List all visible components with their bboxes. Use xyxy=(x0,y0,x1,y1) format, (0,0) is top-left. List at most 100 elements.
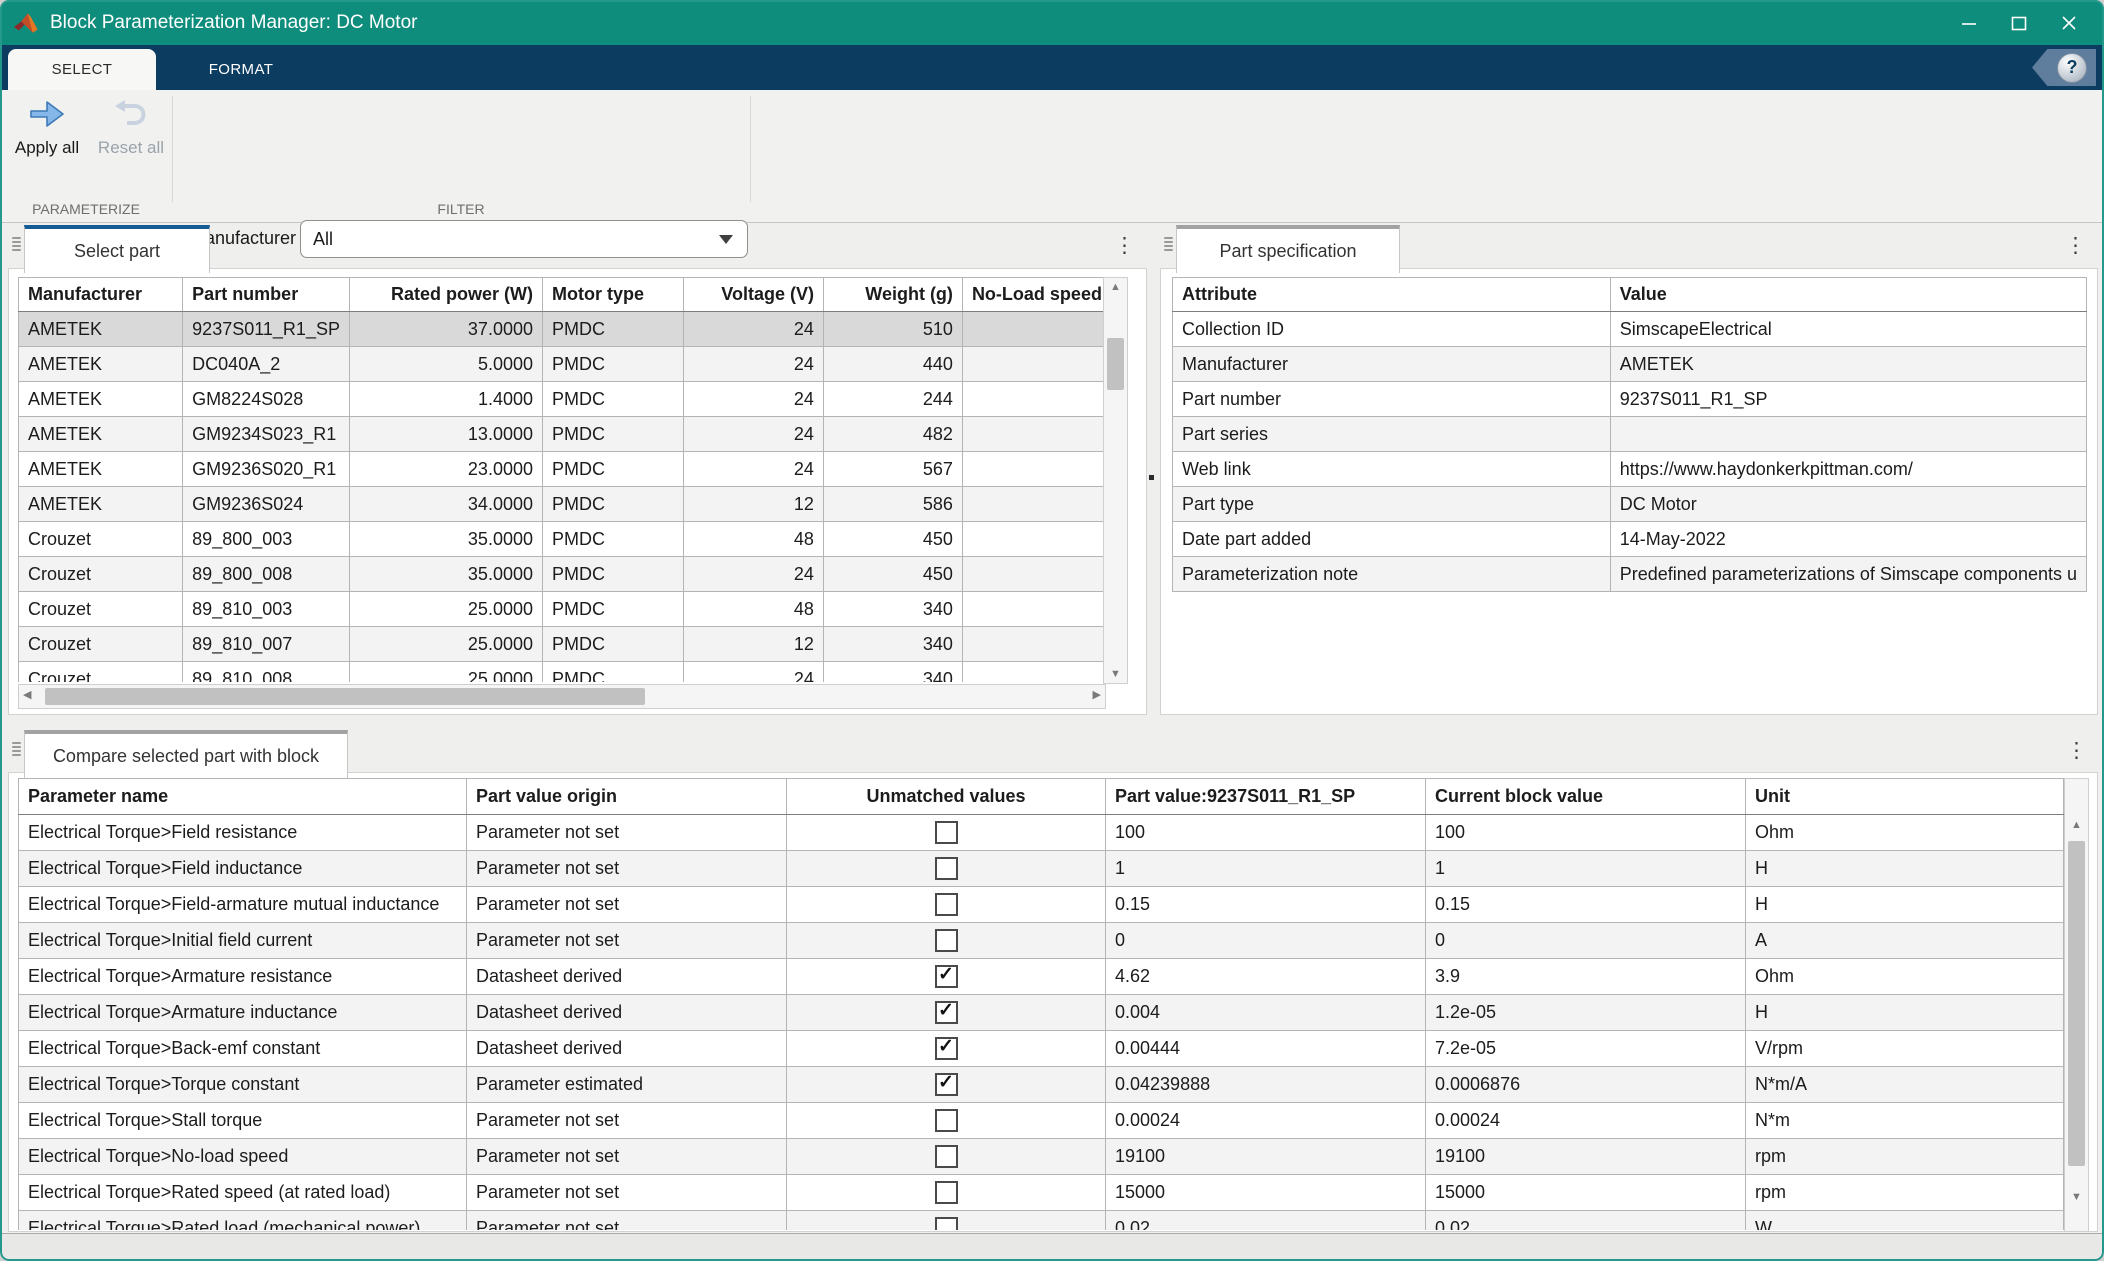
panel-splitter-handle[interactable] xyxy=(1149,475,1154,480)
table-row[interactable]: Electrical Torque>Rated speed (at rated … xyxy=(19,1175,2064,1211)
table-row[interactable]: Electrical Torque>Field resistanceParame… xyxy=(19,815,2064,851)
table-cell: Electrical Torque>Rated load (mechanical… xyxy=(19,1211,467,1231)
table-row[interactable]: Electrical Torque>Stall torqueParameter … xyxy=(19,1103,2064,1139)
panel-tab-part-specification[interactable]: Part specification xyxy=(1176,225,1400,273)
compare-vertical-scrollbar[interactable]: ▲ ▼ xyxy=(2064,778,2089,1232)
unmatched-checkbox[interactable]: ✓ xyxy=(935,1037,958,1060)
table-row[interactable]: Collection IDSimscapeElectrical xyxy=(1173,312,2087,347)
scroll-down-arrow[interactable]: ▼ xyxy=(1104,668,1127,680)
table-cell: 0 xyxy=(1426,923,1746,959)
table-row[interactable]: Part number9237S011_R1_SP xyxy=(1173,382,2087,417)
table-row[interactable]: Electrical Torque>Back-emf constantDatas… xyxy=(19,1031,2064,1067)
apply-all-button[interactable]: Apply all xyxy=(6,97,88,158)
table-cell: Parameter estimated xyxy=(467,1067,787,1103)
unmatched-checkbox[interactable] xyxy=(935,857,958,880)
table-row[interactable]: Date part added14-May-2022 xyxy=(1173,522,2087,557)
table-cell: 48 xyxy=(684,592,824,627)
tab-select[interactable]: SELECT xyxy=(8,49,156,90)
table-cell: 24 xyxy=(684,452,824,487)
table-row[interactable]: Electrical Torque>Torque constantParamet… xyxy=(19,1067,2064,1103)
panel-menu-kebab-icon[interactable]: ⋮ xyxy=(2065,233,2086,259)
unmatched-checkbox[interactable] xyxy=(935,1145,958,1168)
table-row[interactable]: Part series xyxy=(1173,417,2087,452)
table-row[interactable]: Crouzet89_810_00325.0000PMDC48340 xyxy=(19,592,1104,627)
table-cell: 9237S011_R1_SP xyxy=(1610,382,2086,417)
maximize-button[interactable] xyxy=(1994,6,2044,40)
close-button[interactable] xyxy=(2044,6,2094,40)
table-cell: 15000 xyxy=(1106,1175,1426,1211)
table-cell: GM9236S024 xyxy=(183,487,350,522)
drag-grip-icon[interactable] xyxy=(10,742,22,758)
unmatched-checkbox[interactable] xyxy=(935,1217,958,1230)
panel-tab-select-part[interactable]: Select part xyxy=(24,225,210,273)
table-row[interactable]: Crouzet89_800_00335.0000PMDC48450 xyxy=(19,522,1104,557)
table-row[interactable]: Web linkhttps://www.haydonkerkpittman.co… xyxy=(1173,452,2087,487)
table-cell xyxy=(787,1175,1106,1211)
table-row[interactable]: Part typeDC Motor xyxy=(1173,487,2087,522)
scroll-right-arrow[interactable]: ▶ xyxy=(1093,685,1101,706)
scroll-up-arrow[interactable]: ▲ xyxy=(2065,819,2088,831)
table-row[interactable]: Electrical Torque>Field inductanceParame… xyxy=(19,851,2064,887)
table-cell: 25.0000 xyxy=(349,662,542,683)
table-row[interactable]: AMETEKGM9234S023_R113.0000PMDC24482 xyxy=(19,417,1104,452)
table-cell: Parameter not set xyxy=(467,1103,787,1139)
panel-menu-kebab-icon[interactable]: ⋮ xyxy=(2066,738,2087,764)
tab-format[interactable]: FORMAT xyxy=(156,49,326,90)
drag-grip-icon[interactable] xyxy=(10,237,22,253)
table-row[interactable]: Electrical Torque>Armature resistanceDat… xyxy=(19,959,2064,995)
table-cell: AMETEK xyxy=(19,312,183,347)
table-cell: https://www.haydonkerkpittman.com/ xyxy=(1610,452,2086,487)
table-row[interactable]: AMETEK9237S011_R1_SP37.0000PMDC24510 xyxy=(19,312,1104,347)
scroll-down-arrow[interactable]: ▼ xyxy=(2065,1191,2088,1203)
unmatched-checkbox[interactable] xyxy=(935,1109,958,1132)
table-row[interactable]: Crouzet89_810_00725.0000PMDC12340 xyxy=(19,627,1104,662)
table-row[interactable]: Electrical Torque>Rated load (mechanical… xyxy=(19,1211,2064,1231)
table-row[interactable]: Electrical Torque>Field-armature mutual … xyxy=(19,887,2064,923)
table-cell: Parameter not set xyxy=(467,1211,787,1231)
table-cell: AMETEK xyxy=(19,417,183,452)
panel-tab-compare[interactable]: Compare selected part with block xyxy=(24,730,348,778)
table-cell: 0.0006876 xyxy=(1426,1067,1746,1103)
table-row[interactable]: AMETEKDC040A_25.0000PMDC24440 xyxy=(19,347,1104,382)
table-cell: Parameter not set xyxy=(467,815,787,851)
unmatched-checkbox[interactable] xyxy=(935,1181,958,1204)
unmatched-checkbox[interactable]: ✓ xyxy=(935,965,958,988)
column-header: Unit xyxy=(1746,779,2064,815)
unmatched-checkbox[interactable] xyxy=(935,893,958,916)
table-row[interactable]: AMETEKGM9236S02434.0000PMDC12586 xyxy=(19,487,1104,522)
unmatched-checkbox[interactable] xyxy=(935,821,958,844)
table-cell: PMDC xyxy=(543,592,684,627)
table-cell: 100 xyxy=(1426,815,1746,851)
table-row[interactable]: ManufacturerAMETEK xyxy=(1173,347,2087,382)
table-cell: 0 xyxy=(1106,923,1426,959)
table-cell: 100 xyxy=(1106,815,1426,851)
table-cell: Parameter not set xyxy=(467,923,787,959)
table-row[interactable]: AMETEKGM9236S020_R123.0000PMDC24567 xyxy=(19,452,1104,487)
scrollbar-thumb[interactable] xyxy=(2068,841,2085,1166)
table-row[interactable]: Crouzet89_810_00825.0000PMDC24340 xyxy=(19,662,1104,683)
unmatched-checkbox[interactable] xyxy=(935,929,958,952)
drag-grip-icon[interactable] xyxy=(1162,237,1174,253)
unmatched-checkbox[interactable]: ✓ xyxy=(935,1001,958,1024)
unmatched-checkbox[interactable]: ✓ xyxy=(935,1073,958,1096)
scroll-left-arrow[interactable]: ◀ xyxy=(23,685,31,706)
help-button[interactable]: ? xyxy=(2032,49,2096,86)
table-row[interactable]: Parameterization notePredefined paramete… xyxy=(1173,557,2087,592)
scrollbar-thumb[interactable] xyxy=(1107,338,1124,390)
table-row[interactable]: Electrical Torque>No-load speedParameter… xyxy=(19,1139,2064,1175)
ribbon-tab-bar: SELECT FORMAT ? xyxy=(0,45,2104,90)
table-row[interactable]: Electrical Torque>Armature inductanceDat… xyxy=(19,995,2064,1031)
scrollbar-thumb[interactable] xyxy=(45,688,645,705)
select-part-horizontal-scrollbar[interactable]: ◀ ▶ xyxy=(18,684,1106,709)
table-row[interactable]: AMETEKGM8224S0281.4000PMDC24244 xyxy=(19,382,1104,417)
panel-menu-kebab-icon[interactable]: ⋮ xyxy=(1114,233,1135,259)
table-cell xyxy=(962,312,1103,347)
scroll-up-arrow[interactable]: ▲ xyxy=(1104,281,1127,293)
table-row[interactable]: Electrical Torque>Initial field currentP… xyxy=(19,923,2064,959)
table-cell: N*m/A xyxy=(1746,1067,2064,1103)
table-cell: 482 xyxy=(823,417,962,452)
table-cell: PMDC xyxy=(543,522,684,557)
table-row[interactable]: Crouzet89_800_00835.0000PMDC24450 xyxy=(19,557,1104,592)
select-part-vertical-scrollbar[interactable]: ▲ ▼ xyxy=(1103,277,1128,684)
minimize-button[interactable] xyxy=(1944,6,1994,40)
